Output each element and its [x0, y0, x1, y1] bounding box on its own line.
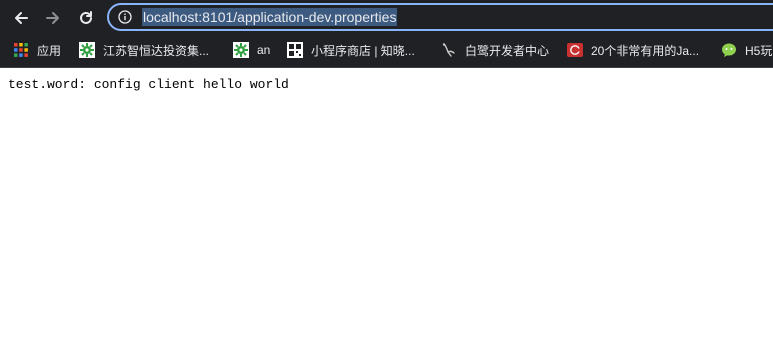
- green-gear-icon: [233, 42, 249, 58]
- bookmark-label: 应用: [37, 43, 62, 58]
- bookmark-label: 白鹭开发者中心: [465, 43, 550, 58]
- green-gear-icon: [79, 42, 95, 58]
- egret-bird-icon: [442, 43, 455, 57]
- arrow-left-icon: [15, 12, 28, 24]
- bookmarks-bar: 应用 江苏智恒达投资集... an 小程序商店 | 知晓... 白鹭开发者中心 …: [0, 36, 773, 64]
- qr-icon: [287, 42, 303, 58]
- browser-chrome: localhost:8101/application-dev.propertie…: [0, 0, 773, 68]
- address-bar[interactable]: localhost:8101/application-dev.propertie…: [107, 3, 773, 31]
- bookmark-egret[interactable]: 白鹭开发者中心: [441, 40, 549, 60]
- bookmark-label: 江苏智恒达投资集...: [103, 43, 210, 58]
- url-text[interactable]: localhost:8101/application-dev.propertie…: [142, 8, 398, 26]
- bookmark-apps[interactable]: 应用: [13, 40, 61, 60]
- forward-button[interactable]: [40, 5, 66, 31]
- bookmark-label: 20个非常有用的Ja...: [591, 43, 700, 58]
- bookmark-miniapp-store[interactable]: 小程序商店 | 知晓...: [287, 40, 415, 60]
- csdn-icon: [567, 43, 583, 57]
- bookmark-h5[interactable]: H5玩: [721, 40, 772, 60]
- bookmark-jiangsu[interactable]: 江苏智恒达投资集...: [79, 40, 209, 60]
- reload-button[interactable]: [73, 5, 99, 31]
- browser-toolbar: localhost:8101/application-dev.propertie…: [0, 0, 773, 36]
- bookmark-csdn[interactable]: 20个非常有用的Ja...: [567, 40, 699, 60]
- properties-text: test.word: config client hello world: [8, 77, 289, 92]
- bookmark-label: an: [257, 43, 271, 57]
- bookmark-label: 小程序商店 | 知晓...: [311, 43, 415, 58]
- page-content: test.word: config client hello world: [0, 68, 773, 101]
- apps-grid-icon: [14, 43, 28, 57]
- back-button[interactable]: [8, 5, 34, 31]
- reload-icon: [80, 11, 92, 24]
- info-icon[interactable]: [118, 10, 132, 24]
- wechat-bubble-icon: [722, 43, 736, 57]
- bookmark-label: H5玩: [745, 43, 773, 58]
- toolbar-divider: [0, 67, 773, 68]
- bookmark-an[interactable]: an: [233, 40, 270, 60]
- arrow-right-icon: [46, 12, 59, 24]
